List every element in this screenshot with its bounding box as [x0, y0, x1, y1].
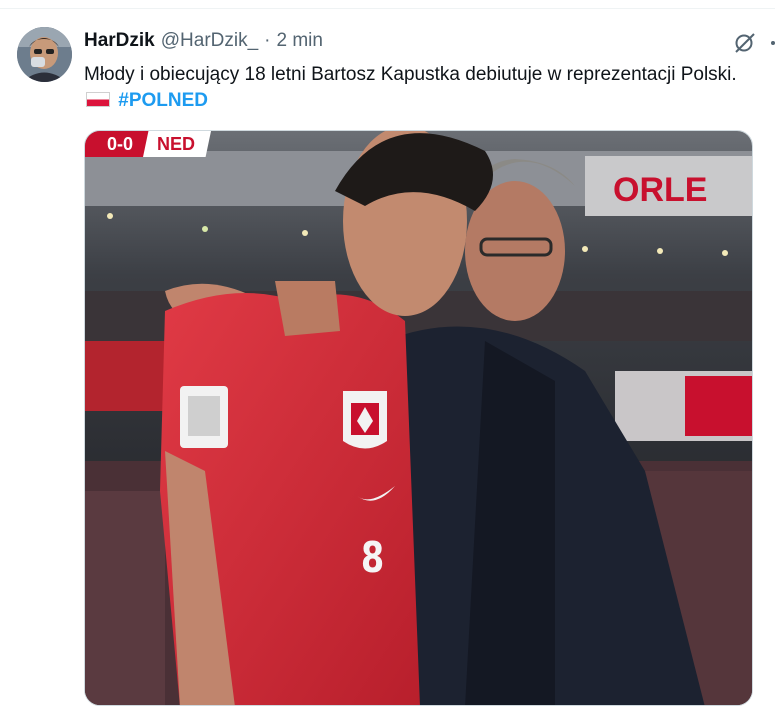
tweet-text-main: Młody i obiecujący 18 letni Bartosz Kapu… [84, 64, 737, 85]
poland-flag-icon [86, 92, 110, 107]
avatar[interactable] [17, 27, 72, 82]
svg-text:ORLE: ORLE [613, 171, 707, 209]
tweet-timestamp[interactable]: 2 min [277, 30, 323, 52]
team-code: NED [143, 131, 212, 157]
tweet-media-image[interactable]: ORLE 0-0 NED 8 [84, 130, 753, 706]
more-options-icon[interactable] [766, 31, 775, 55]
author-display-name[interactable]: HarDzik [84, 30, 155, 52]
jersey-number: 8 [360, 533, 385, 582]
tweet-text: Młody i obiecujący 18 letni Bartosz Kapu… [84, 62, 764, 114]
hashtag-link[interactable]: #POLNED [118, 90, 208, 111]
tweet[interactable]: HarDzik @HarDzik_ · 2 min Młody i obiecu… [0, 9, 775, 720]
separator-dot: · [264, 30, 271, 51]
scorebug: 0-0 NED [85, 131, 212, 157]
tweet-header: HarDzik @HarDzik_ · 2 min [84, 29, 323, 53]
score: 0-0 [85, 131, 152, 157]
grok-icon[interactable] [733, 31, 757, 55]
author-handle[interactable]: @HarDzik_ [161, 30, 258, 52]
